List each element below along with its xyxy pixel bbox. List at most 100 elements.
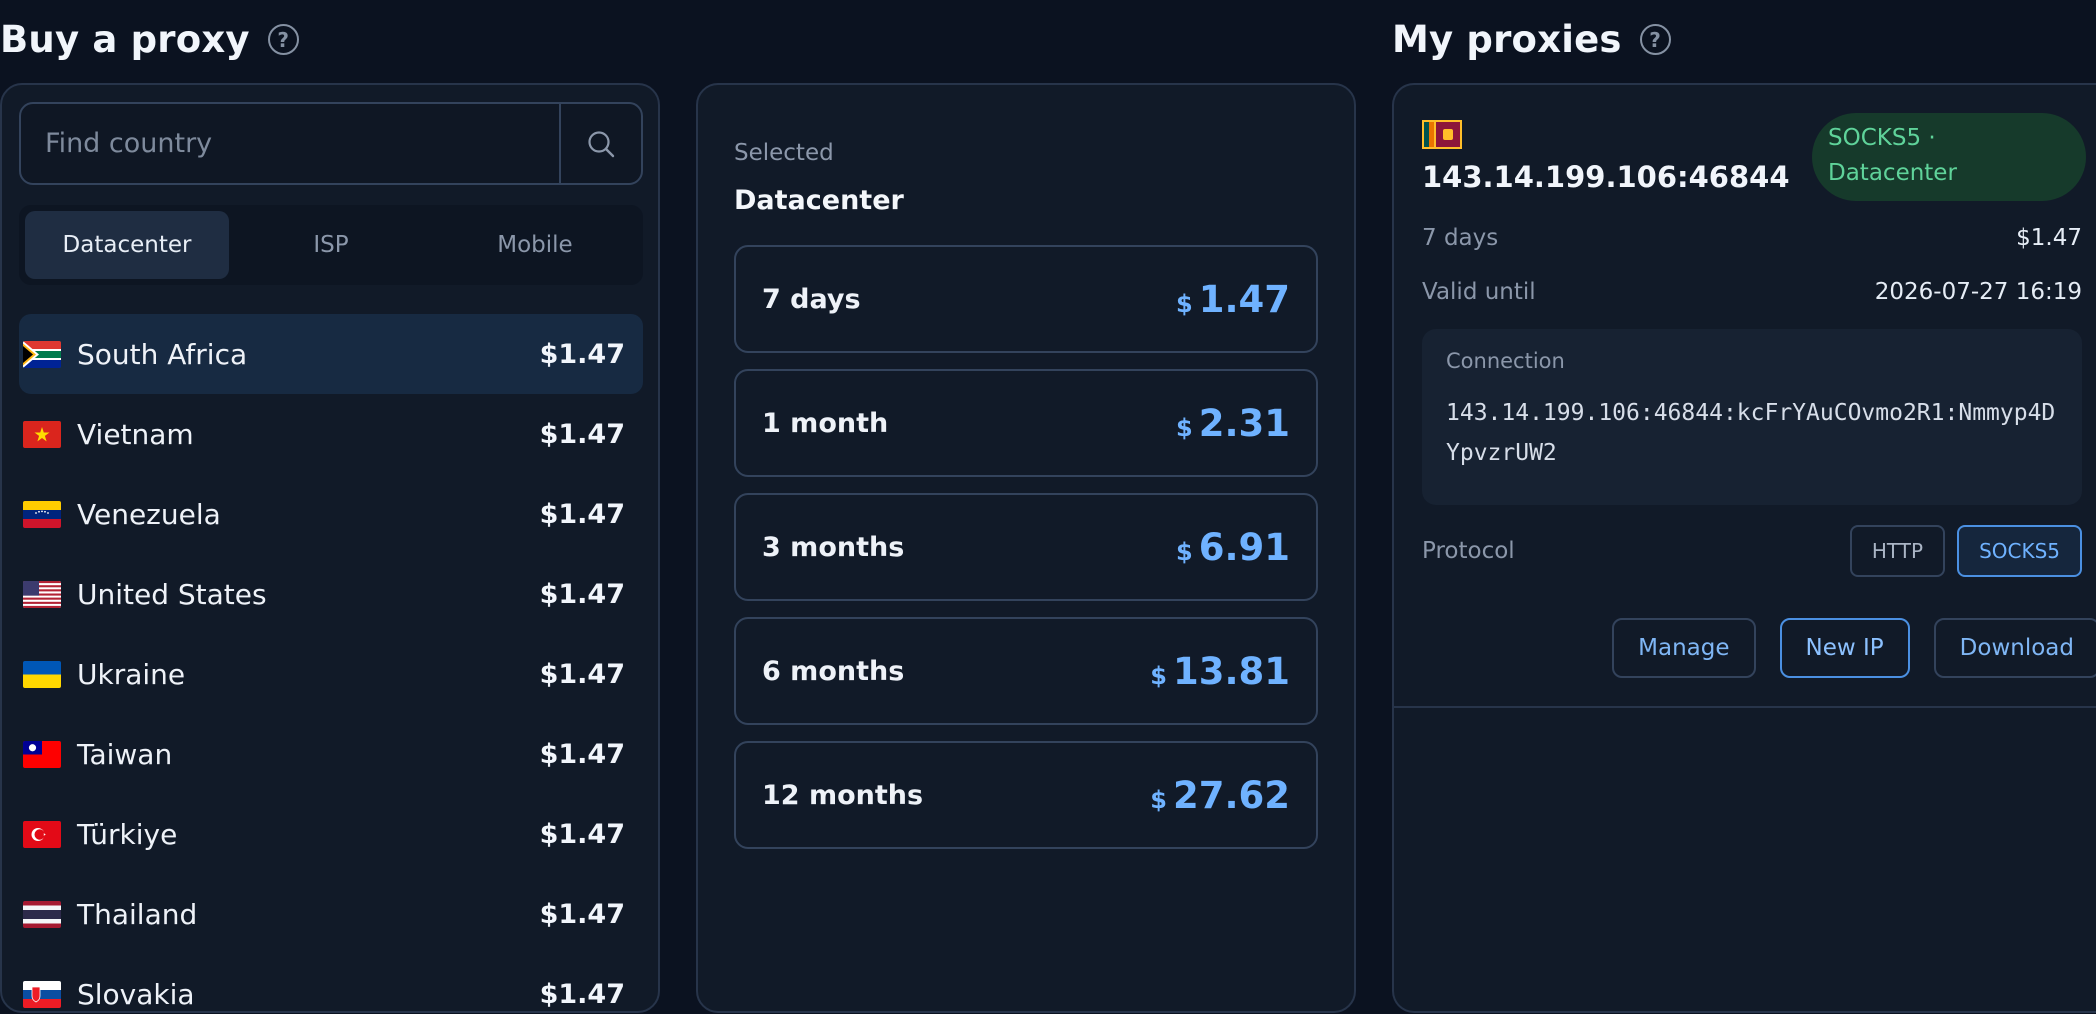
country-name: Ukraine — [77, 657, 186, 691]
plan-option-6-months[interactable]: 6 months $ 13.81 — [734, 617, 1318, 725]
plan-price: $ 27.62 — [1150, 774, 1290, 817]
plan-option-3-months[interactable]: 3 months $ 6.91 — [734, 493, 1318, 601]
proxy-price: $1.47 — [2016, 225, 2082, 251]
country-name: Slovakia — [77, 977, 195, 1011]
country-panel: Datacenter ISP Mobile South Africa $1.47 — [0, 83, 660, 1013]
country-item-turkiye[interactable]: Türkiye $1.47 — [19, 794, 643, 874]
plan-name: 12 months — [762, 779, 924, 811]
th-flag-icon — [23, 900, 61, 928]
currency-symbol: $ — [1176, 413, 1193, 442]
selected-label: Selected — [734, 140, 834, 166]
country-price: $1.47 — [539, 498, 625, 530]
country-item-united-states[interactable]: United States $1.47 — [19, 554, 643, 634]
country-item-vietnam[interactable]: Vietnam $1.47 — [19, 394, 643, 474]
lk-flag-icon — [1422, 120, 1462, 149]
country-price: $1.47 — [539, 818, 625, 850]
country-price: $1.47 — [539, 898, 625, 930]
connection-box: Connection 143.14.199.106:46844:kcFrYAuC… — [1422, 329, 2082, 505]
country-price: $1.47 — [539, 978, 625, 1010]
protocol-http-button[interactable]: HTTP — [1849, 525, 1946, 577]
download-button[interactable]: Download — [1933, 618, 2096, 678]
my-proxies-panel: 143.14.199.106:46844 SOCKS5 · Datacenter… — [1392, 83, 2096, 1013]
proxy-actions: Manage New IP Download — [1612, 618, 2096, 678]
my-proxies-heading: My proxies ? — [1392, 18, 1671, 61]
currency-symbol: $ — [1176, 537, 1193, 566]
plan-option-12-months[interactable]: 12 months $ 27.62 — [734, 741, 1318, 849]
plan-name: 6 months — [762, 655, 905, 687]
valid-until-row: Valid until 2026-07-27 16:19 — [1422, 279, 2082, 305]
valid-until-label: Valid until — [1422, 279, 1536, 305]
country-name: Thailand — [77, 897, 198, 931]
plan-name: 7 days — [762, 283, 861, 315]
plan-price: $ 13.81 — [1150, 650, 1290, 693]
country-name: Vietnam — [77, 417, 194, 451]
manage-button[interactable]: Manage — [1612, 618, 1756, 678]
tw-flag-icon — [23, 740, 61, 768]
currency-symbol: $ — [1176, 289, 1193, 318]
country-price: $1.47 — [539, 738, 625, 770]
tab-datacenter[interactable]: Datacenter — [25, 211, 229, 279]
country-name: Venezuela — [77, 497, 221, 531]
country-item-venezuela[interactable]: Venezuela $1.47 — [19, 474, 643, 554]
plan-amount: 13.81 — [1172, 649, 1290, 693]
tr-flag-icon — [23, 820, 61, 848]
currency-symbol: $ — [1150, 661, 1167, 690]
search-input[interactable] — [21, 104, 559, 183]
country-list: South Africa $1.47 Vietnam $1.47 Venezue… — [19, 314, 643, 1011]
plan-price: $ 2.31 — [1176, 402, 1290, 445]
country-name: South Africa — [77, 337, 248, 371]
connection-string[interactable]: 143.14.199.106:46844:kcFrYAuCOvmo2R1:Nmm… — [1446, 393, 2058, 473]
plan-price: $ 1.47 — [1176, 278, 1290, 321]
my-proxies-title: My proxies — [1392, 18, 1622, 61]
country-price: $1.47 — [539, 418, 625, 450]
country-item-taiwan[interactable]: Taiwan $1.47 — [19, 714, 643, 794]
country-name: United States — [77, 577, 267, 611]
help-icon[interactable]: ? — [267, 24, 299, 55]
country-price: $1.47 — [539, 578, 625, 610]
country-item-slovakia[interactable]: Slovakia $1.47 — [19, 954, 643, 1011]
search-button[interactable] — [559, 104, 641, 183]
proxy-type-tabs: Datacenter ISP Mobile — [19, 205, 643, 285]
ve-flag-icon — [23, 500, 61, 528]
help-icon[interactable]: ? — [1639, 24, 1671, 55]
selected-type: Datacenter — [734, 185, 904, 216]
tab-mobile[interactable]: Mobile — [433, 211, 637, 279]
vn-flag-icon — [23, 420, 61, 448]
country-item-south-africa[interactable]: South Africa $1.47 — [19, 314, 643, 394]
country-item-thailand[interactable]: Thailand $1.47 — [19, 874, 643, 954]
plans-panel: Selected Datacenter 7 days $ 1.47 1 mont… — [696, 83, 1356, 1013]
search-icon — [588, 130, 615, 157]
buy-proxy-heading: Buy a proxy ? — [0, 18, 299, 61]
plan-amount: 27.62 — [1172, 773, 1290, 817]
country-name: Taiwan — [77, 737, 173, 771]
plan-amount: 1.47 — [1198, 277, 1290, 321]
country-name: Türkiye — [77, 817, 178, 851]
currency-symbol: $ — [1150, 785, 1167, 814]
duration-label: 7 days — [1422, 225, 1499, 251]
protocol-socks5-button[interactable]: SOCKS5 — [1957, 525, 2082, 577]
country-price: $1.47 — [539, 658, 625, 690]
valid-until-value: 2026-07-27 16:19 — [1874, 279, 2082, 305]
duration-row: 7 days $1.47 — [1422, 225, 2082, 251]
us-flag-icon — [23, 580, 61, 608]
plan-name: 1 month — [762, 407, 889, 439]
za-flag-icon — [23, 340, 61, 368]
plan-amount: 2.31 — [1198, 401, 1290, 445]
proxy-address: 143.14.199.106:46844 — [1422, 160, 1790, 194]
plan-price: $ 6.91 — [1176, 526, 1290, 569]
plan-option-1-month[interactable]: 1 month $ 2.31 — [734, 369, 1318, 477]
protocol-row: Protocol HTTP SOCKS5 — [1422, 525, 2082, 577]
new-ip-button[interactable]: New IP — [1779, 618, 1910, 678]
protocol-label: Protocol — [1422, 538, 1515, 564]
tab-isp[interactable]: ISP — [229, 211, 433, 279]
plan-amount: 6.91 — [1198, 525, 1290, 569]
country-search — [19, 102, 643, 185]
proxy-type-badge: SOCKS5 · Datacenter — [1812, 113, 2086, 201]
buy-proxy-title: Buy a proxy — [0, 18, 250, 61]
country-item-ukraine[interactable]: Ukraine $1.47 — [19, 634, 643, 714]
plan-option-7-days[interactable]: 7 days $ 1.47 — [734, 245, 1318, 353]
plans-list: 7 days $ 1.47 1 month $ 2.31 3 months $ … — [734, 245, 1318, 865]
sk-flag-icon — [23, 980, 61, 1008]
connection-label: Connection — [1446, 349, 1565, 373]
country-price: $1.47 — [539, 338, 625, 370]
